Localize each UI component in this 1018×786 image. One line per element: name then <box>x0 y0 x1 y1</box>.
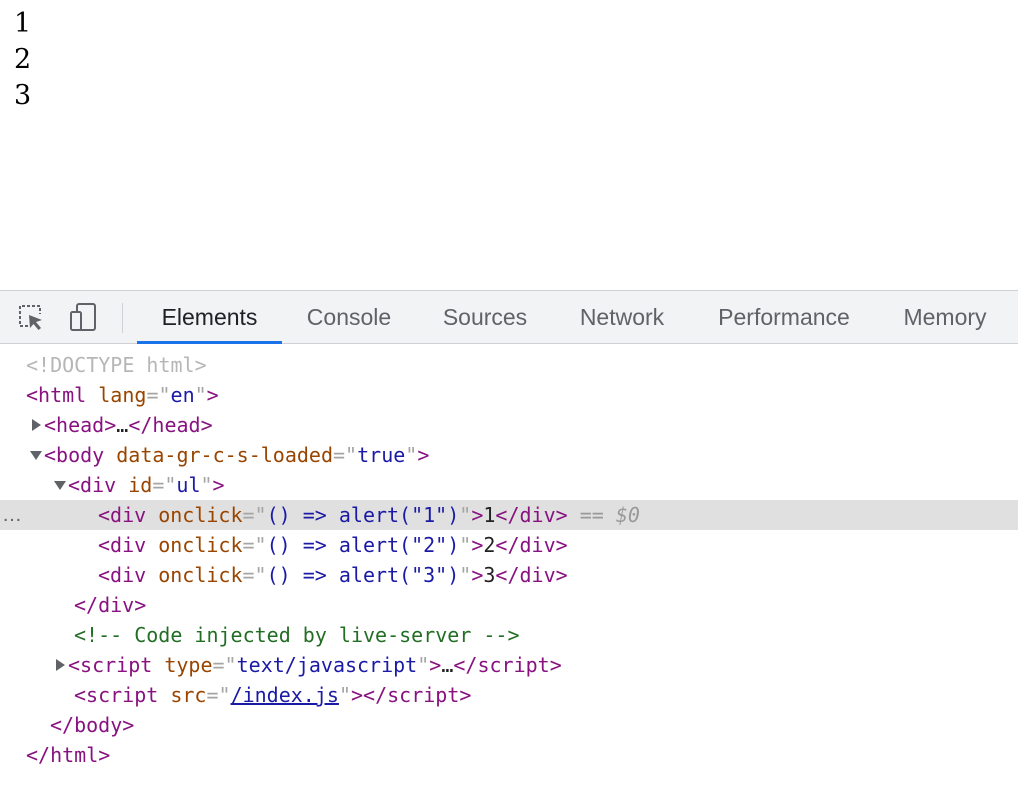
script-src-node[interactable]: <script src="/index.js"></script> <box>0 680 1018 710</box>
tab-network[interactable]: Network <box>562 291 682 344</box>
doctype-node[interactable]: <!DOCTYPE html> <box>0 350 1018 380</box>
head-node[interactable]: <head>…</head> <box>0 410 1018 440</box>
div-child-node-1[interactable]: … <div onclick="() => alert("1")">1</div>… <box>0 500 1018 530</box>
tab-console[interactable]: Console <box>290 291 408 344</box>
tab-performance[interactable]: Performance <box>700 291 868 344</box>
more-options-icon[interactable]: … <box>2 500 22 530</box>
selected-node-marker: == $0 <box>579 503 640 527</box>
tab-memory[interactable]: Memory <box>886 291 1004 344</box>
page-item-2[interactable]: 2 <box>14 42 31 78</box>
div-child-node-3[interactable]: <div onclick="() => alert("3")">3</div> <box>0 560 1018 590</box>
div-child-node-2[interactable]: <div onclick="() => alert("2")">2</div> <box>0 530 1018 560</box>
html-node[interactable]: <html lang="en"> <box>0 380 1018 410</box>
div-ul-close[interactable]: </div> <box>0 590 1018 620</box>
html-close[interactable]: </html> <box>0 740 1018 770</box>
page-viewport: 1 2 3 <box>0 0 1018 290</box>
page-item-1[interactable]: 1 <box>14 6 31 42</box>
expand-triangle-icon[interactable] <box>32 419 41 431</box>
tab-sources[interactable]: Sources <box>426 291 544 344</box>
expand-triangle-icon[interactable] <box>56 659 65 671</box>
collapse-triangle-icon[interactable] <box>54 480 66 490</box>
device-toolbar-icon <box>70 303 96 331</box>
page-item-3[interactable]: 3 <box>14 78 31 114</box>
select-element-icon <box>19 305 42 330</box>
collapse-triangle-icon[interactable] <box>30 450 42 460</box>
elements-tree: <!DOCTYPE html> <html lang="en"> <head>…… <box>0 350 1018 770</box>
devtools-toolbar: Elements Console Sources Network Perform… <box>0 290 1018 344</box>
device-toolbar-button[interactable] <box>66 300 100 334</box>
index-js-link[interactable]: /index.js <box>231 683 339 707</box>
comment-node[interactable]: <!-- Code injected by live-server --> <box>0 620 1018 650</box>
body-node[interactable]: <body data-gr-c-s-loaded="true"> <box>0 440 1018 470</box>
script-inline-node[interactable]: <script type="text/javascript">…</script… <box>0 650 1018 680</box>
inspect-element-button[interactable] <box>14 300 48 334</box>
tab-elements[interactable]: Elements <box>137 291 282 344</box>
toolbar-divider <box>122 303 123 333</box>
div-ul-node[interactable]: <div id="ul"> <box>0 470 1018 500</box>
body-close[interactable]: </body> <box>0 710 1018 740</box>
devtools-panel: Elements Console Sources Network Perform… <box>0 290 1018 786</box>
